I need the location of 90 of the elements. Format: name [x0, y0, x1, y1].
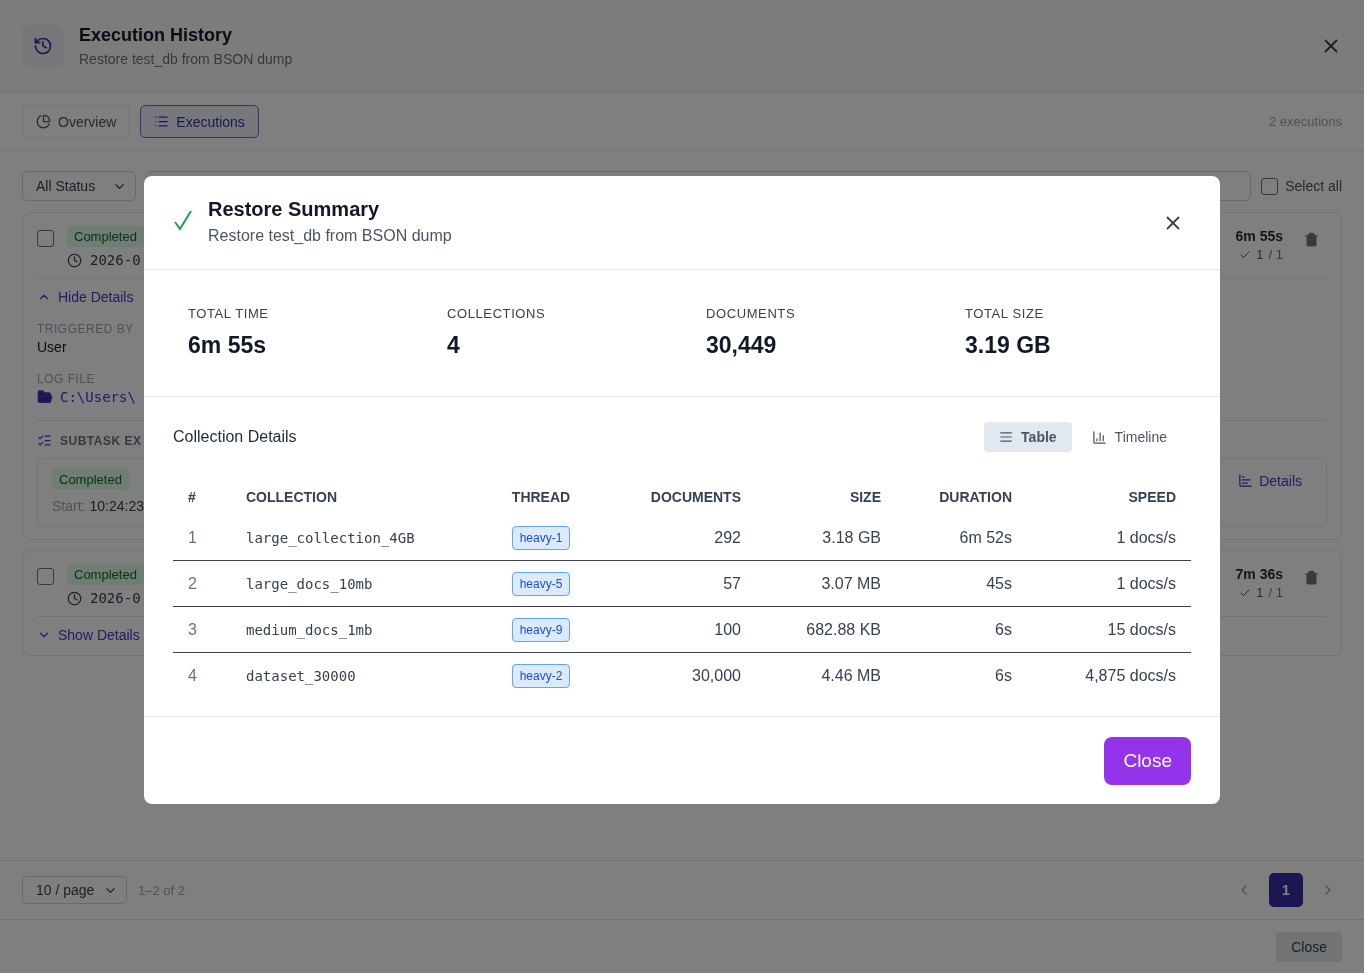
- column-header: #: [187, 487, 197, 507]
- total-count: / 1: [1268, 585, 1283, 600]
- table-cell: 6m 52s: [959, 528, 1012, 547]
- column-header: SPEED: [1127, 487, 1177, 507]
- column-header: SIZE: [848, 487, 882, 507]
- table-cell: 3.18 GB: [822, 528, 881, 547]
- table-cell: 4.46 MB: [821, 667, 881, 685]
- stat-label: DOCUMENTS: [706, 306, 797, 321]
- clock-icon: [67, 252, 82, 268]
- checklist-icon: [37, 433, 52, 448]
- section-heading: SUBTASK EX: [60, 433, 142, 448]
- view-toggle[interactable]: Table: [984, 422, 1072, 452]
- success-count: 1: [1256, 585, 1264, 600]
- thread-tag: heavy-5: [511, 571, 571, 596]
- log-file-link[interactable]: C:\Users\: [37, 389, 136, 405]
- duration: 6m 55s: [1235, 228, 1283, 244]
- close-button[interactable]: Close: [1104, 736, 1191, 785]
- checkbox[interactable]: [37, 230, 54, 247]
- details-link[interactable]: Details: [1238, 473, 1302, 514]
- page-button[interactable]: 1: [1269, 873, 1303, 907]
- duration: 7m 36s: [1235, 566, 1283, 582]
- table-cell: 6s: [995, 667, 1012, 685]
- row-number: 3: [188, 620, 197, 639]
- list-icon: [154, 114, 170, 129]
- clock-icon: [67, 590, 82, 606]
- trash-icon[interactable]: [1304, 232, 1319, 247]
- collection-name: medium_docs_1mb: [246, 621, 373, 638]
- status-badge: Completed: [67, 564, 144, 585]
- table-cell: 1 docs/s: [1116, 574, 1176, 593]
- stat-label: TOTAL SIZE: [965, 306, 1045, 321]
- details-toggle[interactable]: Show Details: [37, 627, 140, 643]
- table-cell: 4,875 docs/s: [1085, 667, 1176, 685]
- column-header: COLLECTION: [245, 487, 338, 507]
- table-cell: 15 docs/s: [1107, 620, 1176, 639]
- bar-chart-icon: [1238, 473, 1254, 488]
- stat-value: 3.19 GB: [965, 332, 1052, 359]
- dialog-subtitle: Restore test_db from BSON dump: [208, 227, 453, 245]
- table-cell: 30,000: [692, 667, 741, 685]
- bar-chart-icon: [1091, 429, 1107, 445]
- stat-value: 6m 55s: [188, 332, 267, 359]
- column-header: THREAD: [510, 487, 572, 507]
- table-cell: 100: [714, 620, 741, 639]
- checkbox[interactable]: [37, 568, 54, 585]
- table-cell: 1 docs/s: [1116, 528, 1176, 547]
- collection-name: dataset_30000: [246, 668, 356, 684]
- thread-tag: heavy-1: [511, 525, 571, 550]
- check-icon: [173, 208, 193, 232]
- start-time: 10:24:23: [89, 498, 144, 514]
- row-number: 4: [188, 667, 197, 685]
- tab[interactable]: Executions: [140, 105, 259, 138]
- start-date: 2026-0: [90, 252, 141, 268]
- collection-name: large_docs_10mb: [246, 575, 373, 592]
- start-date: 2026-0: [90, 590, 141, 606]
- total-count: / 1: [1268, 247, 1283, 262]
- column-header: DURATION: [938, 487, 1013, 507]
- trash-icon[interactable]: [1304, 570, 1319, 585]
- table-cell: 45s: [986, 574, 1012, 593]
- tab[interactable]: Overview: [22, 105, 131, 138]
- folder-icon: [37, 389, 53, 405]
- window-subtitle: Restore test_db from BSON dump: [79, 51, 294, 67]
- status-select[interactable]: All Status: [22, 171, 136, 201]
- field-value: User: [37, 339, 67, 355]
- section-title: Collection Details: [173, 428, 297, 446]
- close-button[interactable]: Close: [1276, 931, 1342, 962]
- window-title: Execution History: [79, 25, 234, 46]
- table-cell: 3.07 MB: [821, 574, 881, 593]
- stat-value: 30,449: [706, 332, 778, 359]
- details-toggle[interactable]: Hide Details: [37, 289, 134, 305]
- thread-tag: heavy-2: [511, 664, 571, 688]
- thread-tag: heavy-9: [511, 617, 571, 642]
- collection-name: large_collection_4GB: [246, 529, 415, 546]
- stat-label: COLLECTIONS: [447, 306, 547, 321]
- table-cell: 292: [714, 528, 741, 547]
- stat-label: TOTAL TIME: [188, 306, 270, 321]
- success-count: 1: [1256, 247, 1264, 262]
- column-header: DOCUMENTS: [649, 487, 742, 507]
- row-number: 1: [188, 528, 197, 547]
- dialog-title: Restore Summary: [208, 198, 381, 221]
- history-icon: [22, 25, 64, 67]
- row-number: 2: [188, 574, 197, 593]
- table-icon: [999, 430, 1014, 444]
- status-badge: Completed: [67, 226, 144, 247]
- stat-value: 4: [447, 332, 461, 359]
- table-cell: 57: [723, 574, 741, 593]
- pie-chart-icon: [36, 114, 51, 129]
- table-cell: 6s: [995, 620, 1012, 639]
- status-badge: Completed: [52, 469, 129, 490]
- select-all-checkbox[interactable]: Select all: [1261, 177, 1342, 195]
- page-size-select[interactable]: 10 / page: [22, 876, 127, 904]
- table-cell: 682.88 KB: [806, 620, 881, 639]
